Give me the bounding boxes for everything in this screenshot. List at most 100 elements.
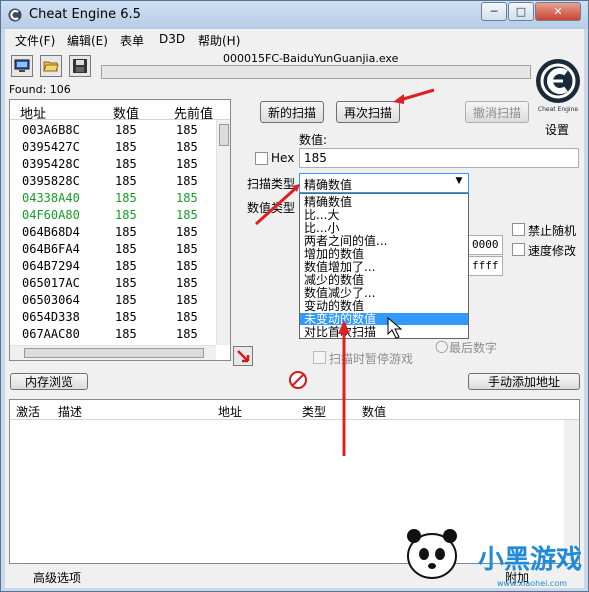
select-process-button[interactable] (11, 55, 33, 77)
result-row[interactable]: 04F60A80 185 185 (10, 207, 216, 224)
menu-help[interactable]: 帮助(H) (198, 32, 240, 49)
results-vertical-scrollbar[interactable] (216, 120, 230, 345)
result-row[interactable]: 0654D338 185 185 (10, 309, 216, 326)
scan-type-option[interactable]: 对比首次扫描 (300, 326, 468, 338)
scan-type-option[interactable]: 两者之间的值... (300, 235, 468, 247)
chevron-down-icon[interactable]: ▼ (452, 176, 466, 190)
menu-table[interactable]: 表单 (120, 32, 144, 49)
result-value: 185 (115, 208, 137, 222)
result-value: 185 (115, 191, 137, 205)
add-address-manually-button[interactable]: 手动添加地址 (468, 373, 580, 390)
disable-random-checkbox[interactable] (512, 223, 525, 236)
result-previous: 185 (176, 191, 198, 205)
scan-type-option[interactable]: 精确数值 (300, 196, 468, 208)
scan-type-dropdown[interactable]: 精确数值 比...大 比...小 两者之间的值... 增加的数值 数值增加了... 减少的数… (299, 193, 469, 339)
open-folder-icon (43, 61, 59, 72)
maximize-button[interactable]: □ (508, 2, 534, 21)
new-scan-button[interactable]: 新的扫描 (260, 101, 324, 123)
pause-game-checkbox[interactable] (313, 351, 326, 364)
result-row[interactable]: 0395427C 185 185 (10, 139, 216, 156)
open-file-button[interactable] (40, 55, 62, 77)
memory-view-button[interactable]: 内存浏览 (10, 373, 88, 390)
result-value: 185 (115, 276, 137, 290)
stop-icon[interactable] (289, 371, 307, 389)
last-digits-radio-icon[interactable]: ◯ (435, 339, 448, 353)
result-row[interactable]: 064B7294 185 185 (10, 258, 216, 275)
result-address: 04338A40 (22, 191, 80, 205)
result-row[interactable]: 06503064 185 185 (10, 292, 216, 309)
result-address: 064B6FA4 (22, 242, 80, 256)
result-previous: 185 (176, 174, 198, 188)
found-count: Found: 106 (9, 83, 71, 96)
result-row[interactable]: 003A6B8C 185 185 (10, 122, 216, 139)
result-address: 06503064 (22, 293, 80, 307)
menu-bar: 文件(F) 编辑(E) 表单 D3D 帮助(H) (5, 29, 584, 49)
splitter[interactable] (5, 390, 584, 394)
scan-type-option[interactable]: 变动的数值 (300, 300, 468, 312)
minimize-icon: ─ (490, 5, 498, 18)
scan-type-option[interactable]: 未变动的数值 (300, 313, 468, 325)
scan-type-option[interactable]: 数值增加了... (300, 261, 468, 273)
advanced-options-button[interactable]: 高级选项 (33, 569, 81, 586)
result-row[interactable]: 0395828C 185 185 (10, 173, 216, 190)
speedhack-checkbox[interactable] (512, 243, 525, 256)
scan-type-option[interactable]: 比...大 (300, 209, 468, 221)
result-row[interactable]: 064B68D4 185 185 (10, 224, 216, 241)
scan-type-select[interactable]: 精确数值 ▼ (299, 173, 469, 193)
col-address[interactable]: 地址 (20, 103, 46, 122)
range-stop-input[interactable]: ffff (467, 256, 503, 276)
scan-type-option[interactable]: 比...小 (300, 222, 468, 234)
scan-type-option[interactable]: 增加的数值 (300, 248, 468, 260)
result-row[interactable]: 0395428C 185 185 (10, 156, 216, 173)
next-scan-button[interactable]: 再次扫描 (336, 101, 400, 123)
col-active[interactable]: 激活 (16, 403, 40, 420)
value-label: 数值: (299, 133, 328, 147)
result-value: 185 (115, 174, 137, 188)
disable-random-label: 禁止随机 (528, 224, 577, 238)
undo-scan-button[interactable]: 撤消扫描 (465, 101, 529, 123)
result-value: 185 (115, 310, 137, 324)
add-to-list-button[interactable] (233, 346, 253, 366)
minimize-button[interactable]: ─ (481, 2, 507, 21)
scan-results-list[interactable]: 地址 数值 先前值 003A6B8C 185 185 0395427C 185 185 03… (9, 99, 231, 361)
range-start-input[interactable]: 0000 (467, 235, 503, 255)
col-type[interactable]: 类型 (302, 403, 326, 420)
col-value[interactable]: 数值 (362, 403, 386, 420)
address-list-header: 激活 描述 地址 类型 数值 (10, 400, 579, 420)
menu-file[interactable]: 文件(F) (15, 32, 55, 49)
result-row[interactable]: 067AAC80 185 185 (10, 326, 216, 343)
pause-game-label: 扫描时暂停游戏 (329, 352, 414, 366)
result-row[interactable]: 064B6FA4 185 185 (10, 241, 216, 258)
col-address[interactable]: 地址 (218, 403, 242, 420)
value-input[interactable]: 185 (299, 148, 579, 168)
hex-checkbox[interactable] (255, 152, 268, 165)
result-previous: 185 (176, 327, 198, 341)
col-value[interactable]: 数值 (113, 103, 139, 122)
result-previous: 185 (176, 157, 198, 171)
results-horizontal-scrollbar[interactable] (10, 345, 216, 360)
save-file-button[interactable] (69, 55, 91, 77)
cheat-engine-logo[interactable]: Cheat Engine (535, 53, 581, 123)
result-address: 0654D338 (22, 310, 80, 324)
scan-type-option[interactable]: 数值减少了... (300, 287, 468, 299)
scrollbar-thumb[interactable] (219, 124, 229, 146)
menu-d3d[interactable]: D3D (159, 32, 185, 46)
close-button[interactable]: ✕ (535, 2, 581, 21)
result-previous: 185 (176, 259, 198, 273)
scrollbar-thumb[interactable] (24, 348, 204, 358)
computer-icon (14, 59, 30, 72)
result-row[interactable]: 04338A40 185 185 (10, 190, 216, 207)
result-previous: 185 (176, 276, 198, 290)
speedhack-label: 速度修改 (528, 244, 577, 258)
title-bar[interactable]: Cheat Engine 6.5 ─ □ ✕ (1, 1, 588, 29)
col-previous[interactable]: 先前值 (174, 103, 213, 122)
close-icon: ✕ (553, 5, 563, 18)
scan-type-label: 扫描类型 (247, 177, 296, 191)
col-description[interactable]: 描述 (58, 403, 82, 420)
process-name: 000015FC-BaiduYunGuanjia.exe (223, 52, 399, 65)
result-previous: 185 (176, 242, 198, 256)
menu-edit[interactable]: 编辑(E) (67, 32, 108, 49)
result-row[interactable]: 065017AC 185 185 (10, 275, 216, 292)
settings-label[interactable]: 设置 (545, 121, 569, 138)
scan-type-option[interactable]: 减少的数值 (300, 274, 468, 286)
